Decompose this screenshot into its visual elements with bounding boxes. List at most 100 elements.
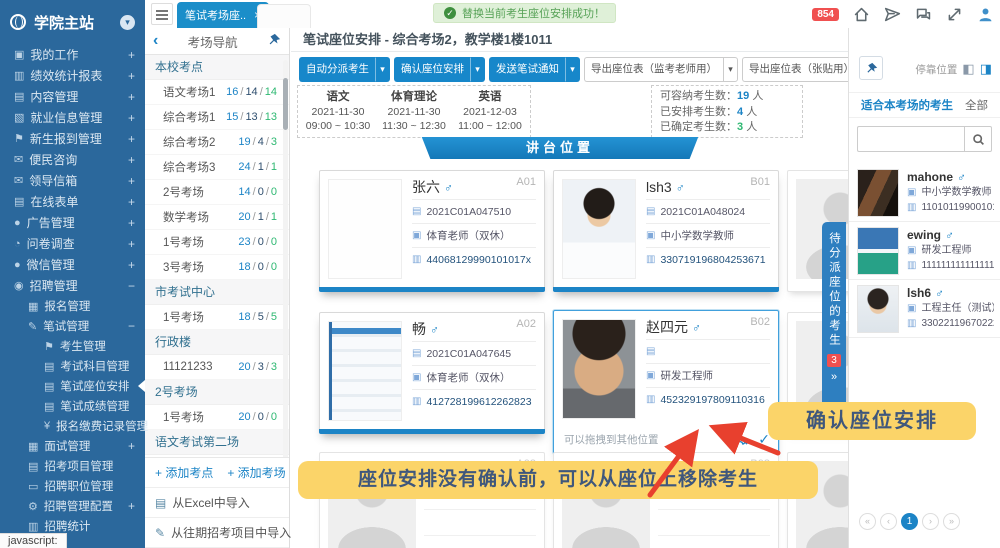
sidebar-menu-item[interactable]: 绩效统计报表 + (0, 65, 145, 86)
sidebar-menu-item[interactable]: 就业信息管理 + (0, 107, 145, 128)
sidebar-menu-item[interactable]: 报名缴费记录管理 (0, 416, 145, 436)
import-excel-button[interactable]: 从Excel中导入 (145, 488, 289, 518)
dropdown-caret-icon[interactable] (723, 57, 738, 82)
primary-action-button[interactable]: 自动分派考生 (299, 57, 390, 82)
page-current[interactable]: 1 (901, 513, 918, 530)
search-button[interactable] (964, 126, 992, 152)
tab-fit-candidates[interactable]: 适合本考场的考生 (861, 97, 953, 113)
pending-candidates-tab[interactable]: 待分派座位的考生 3 (822, 222, 846, 418)
venue-group-header[interactable]: 语文考试第二场 (145, 430, 289, 455)
room-item[interactable]: 综合考场2 19/4/3 (145, 130, 289, 155)
candidate-list-item[interactable]: ewing 研发工程师 111111111111111 (849, 222, 1000, 280)
room-item[interactable]: 数学考场 20/1/1 (145, 205, 289, 230)
dropdown-caret-icon[interactable] (565, 57, 580, 82)
open-page-tab[interactable]: 笔试考场座.. (177, 2, 269, 28)
check-circle-icon (444, 7, 456, 19)
room-item[interactable]: 1号考场 20/0/0 (145, 405, 289, 430)
sidebar-menu-item[interactable]: 问卷调查 + (0, 233, 145, 254)
home-icon[interactable] (853, 6, 870, 23)
add-room-button[interactable]: + 添加考场 (227, 464, 285, 481)
panel-pin-button[interactable] (859, 56, 883, 80)
dropdown-caret-icon[interactable] (470, 57, 485, 82)
candidate-name: 赵四元 (646, 319, 688, 335)
room-name: 综合考场2 (163, 134, 215, 150)
sidebar-menu-item[interactable]: 笔试成绩管理 (0, 396, 145, 416)
sidebar-menu-item[interactable]: 内容管理 + (0, 86, 145, 107)
room-item[interactable]: 综合考场1 15/13/13 (145, 105, 289, 130)
export-button[interactable]: 导出座位表（张贴用） (742, 57, 848, 82)
fullscreen-icon[interactable] (946, 6, 963, 23)
sidebar-menu-item[interactable]: 招聘职位管理 (0, 476, 145, 496)
room-nav-row: 1号考场 23/0/0 (145, 230, 289, 255)
import-previous-button[interactable]: 从往期招考项目中导入 (145, 518, 289, 548)
seat-card[interactable]: B02 赵四元 研发工程师 452329197809110316 可以拖拽到其他… (553, 310, 779, 454)
add-venue-button[interactable]: + 添加考点 (155, 464, 213, 481)
remove-candidate-icon[interactable] (733, 432, 748, 446)
sidebar-menu-item[interactable]: 笔试座位安排 (0, 376, 145, 396)
sidebar-menu-item[interactable]: 笔试管理 − (0, 316, 145, 336)
venue-group-header[interactable]: 市考试中心 (145, 280, 289, 305)
idcard-icon (412, 390, 421, 414)
sidebar-menu-item[interactable]: 考试科目管理 (0, 356, 145, 376)
sidebar-menu-item[interactable]: 招考项目管理 (0, 456, 145, 476)
chat-icon[interactable] (915, 6, 932, 23)
sidebar-menu-item[interactable]: 在线表单 + (0, 191, 145, 212)
collapse-chevron-icon[interactable] (120, 15, 135, 30)
room-counts: 24/1/1 (238, 161, 277, 173)
primary-action-button[interactable]: 发送笔试通知 (489, 57, 580, 82)
dock-left-icon[interactable] (962, 61, 974, 77)
button-label: 导出座位表（张贴用） (742, 57, 848, 82)
sidebar-menu-item[interactable]: 便民咨询 + (0, 149, 145, 170)
stat-value: 19 (737, 90, 749, 102)
send-icon[interactable] (884, 6, 901, 23)
seat-footer: 可以拖拽到其他位置 (564, 429, 770, 449)
sidebar-menu-item[interactable]: 考生管理 (0, 336, 145, 356)
globe-icon (10, 14, 26, 30)
user-avatar-icon[interactable] (977, 6, 994, 23)
candidate-list-item[interactable]: lsh6 工程主任（测试） 33022119670222791X (849, 280, 1000, 338)
tab-all-candidates[interactable]: 全部 (965, 97, 988, 113)
export-button[interactable]: 导出座位表（监考老师用） (584, 57, 738, 82)
idcard-number: 33022119670222791X (921, 316, 994, 331)
notification-badge[interactable]: 854 (812, 8, 839, 21)
candidate-name: 张六 (412, 179, 440, 195)
pin-icon[interactable] (267, 33, 281, 50)
sidebar-menu-item[interactable]: 招聘管理 − (0, 275, 145, 296)
sidebar-menu-item[interactable]: 报名管理 (0, 296, 145, 316)
venue-group-header[interactable]: 本校考点 (145, 55, 289, 80)
exam-id: 2021C01A047645 (426, 342, 511, 366)
room-item[interactable]: 综合考场3 24/1/1 (145, 155, 289, 180)
search-input[interactable] (857, 126, 964, 152)
sidebar-menu-item[interactable]: 面试管理 + (0, 436, 145, 456)
page-first-button[interactable] (859, 513, 876, 530)
job-icon (412, 366, 421, 390)
page-last-button[interactable] (943, 513, 960, 530)
expand-toggle-icon: + (128, 195, 135, 209)
dropdown-caret-icon[interactable] (375, 57, 390, 82)
sidebar-menu-item[interactable]: 新生报到管理 + (0, 128, 145, 149)
seat-card[interactable]: A02 畅 2021C01A047645 体育老师（双休） 4127281996… (319, 312, 545, 434)
seat-card[interactable]: B01 lsh3 2021C01A048024 中小学数学教师 33071919… (553, 170, 779, 292)
sidebar-menu-item[interactable]: 领导信箱 + (0, 170, 145, 191)
room-item[interactable]: 11121233 20/3/3 (145, 355, 289, 380)
seat-card[interactable]: A01 张六 2021C01A047510 体育老师（双休） 440681299… (319, 170, 545, 292)
venue-group-header[interactable]: 2号考场 (145, 380, 289, 405)
room-item[interactable]: 1号考场 23/0/0 (145, 230, 289, 255)
subject-time: 09:00 ~ 10:30 (300, 119, 376, 133)
primary-action-button[interactable]: 确认座位安排 (394, 57, 485, 82)
sidebar-menu-item[interactable]: 招聘管理配置 + (0, 496, 145, 516)
sidebar-menu-item[interactable]: 广告管理 + (0, 212, 145, 233)
room-item[interactable]: 1号考场 18/5/5 (145, 305, 289, 330)
page-next-button[interactable] (922, 513, 939, 530)
hamburger-menu-icon[interactable] (151, 3, 173, 25)
venue-group-header[interactable]: 行政楼 (145, 330, 289, 355)
dock-right-icon[interactable] (980, 61, 992, 77)
sidebar-menu-item[interactable]: 我的工作 + (0, 44, 145, 65)
page-prev-button[interactable] (880, 513, 897, 530)
candidate-list-item[interactable]: mahone 中小学数学教师 110101199001017030 (849, 164, 1000, 222)
room-item[interactable]: 语文考场1 16/14/14 (145, 80, 289, 105)
site-title-bar[interactable]: 学院主站 (0, 0, 145, 44)
room-item[interactable]: 2号考场 14/0/0 (145, 180, 289, 205)
sidebar-menu-item[interactable]: 微信管理 + (0, 254, 145, 275)
room-item[interactable]: 3号考场 18/0/0 (145, 255, 289, 280)
